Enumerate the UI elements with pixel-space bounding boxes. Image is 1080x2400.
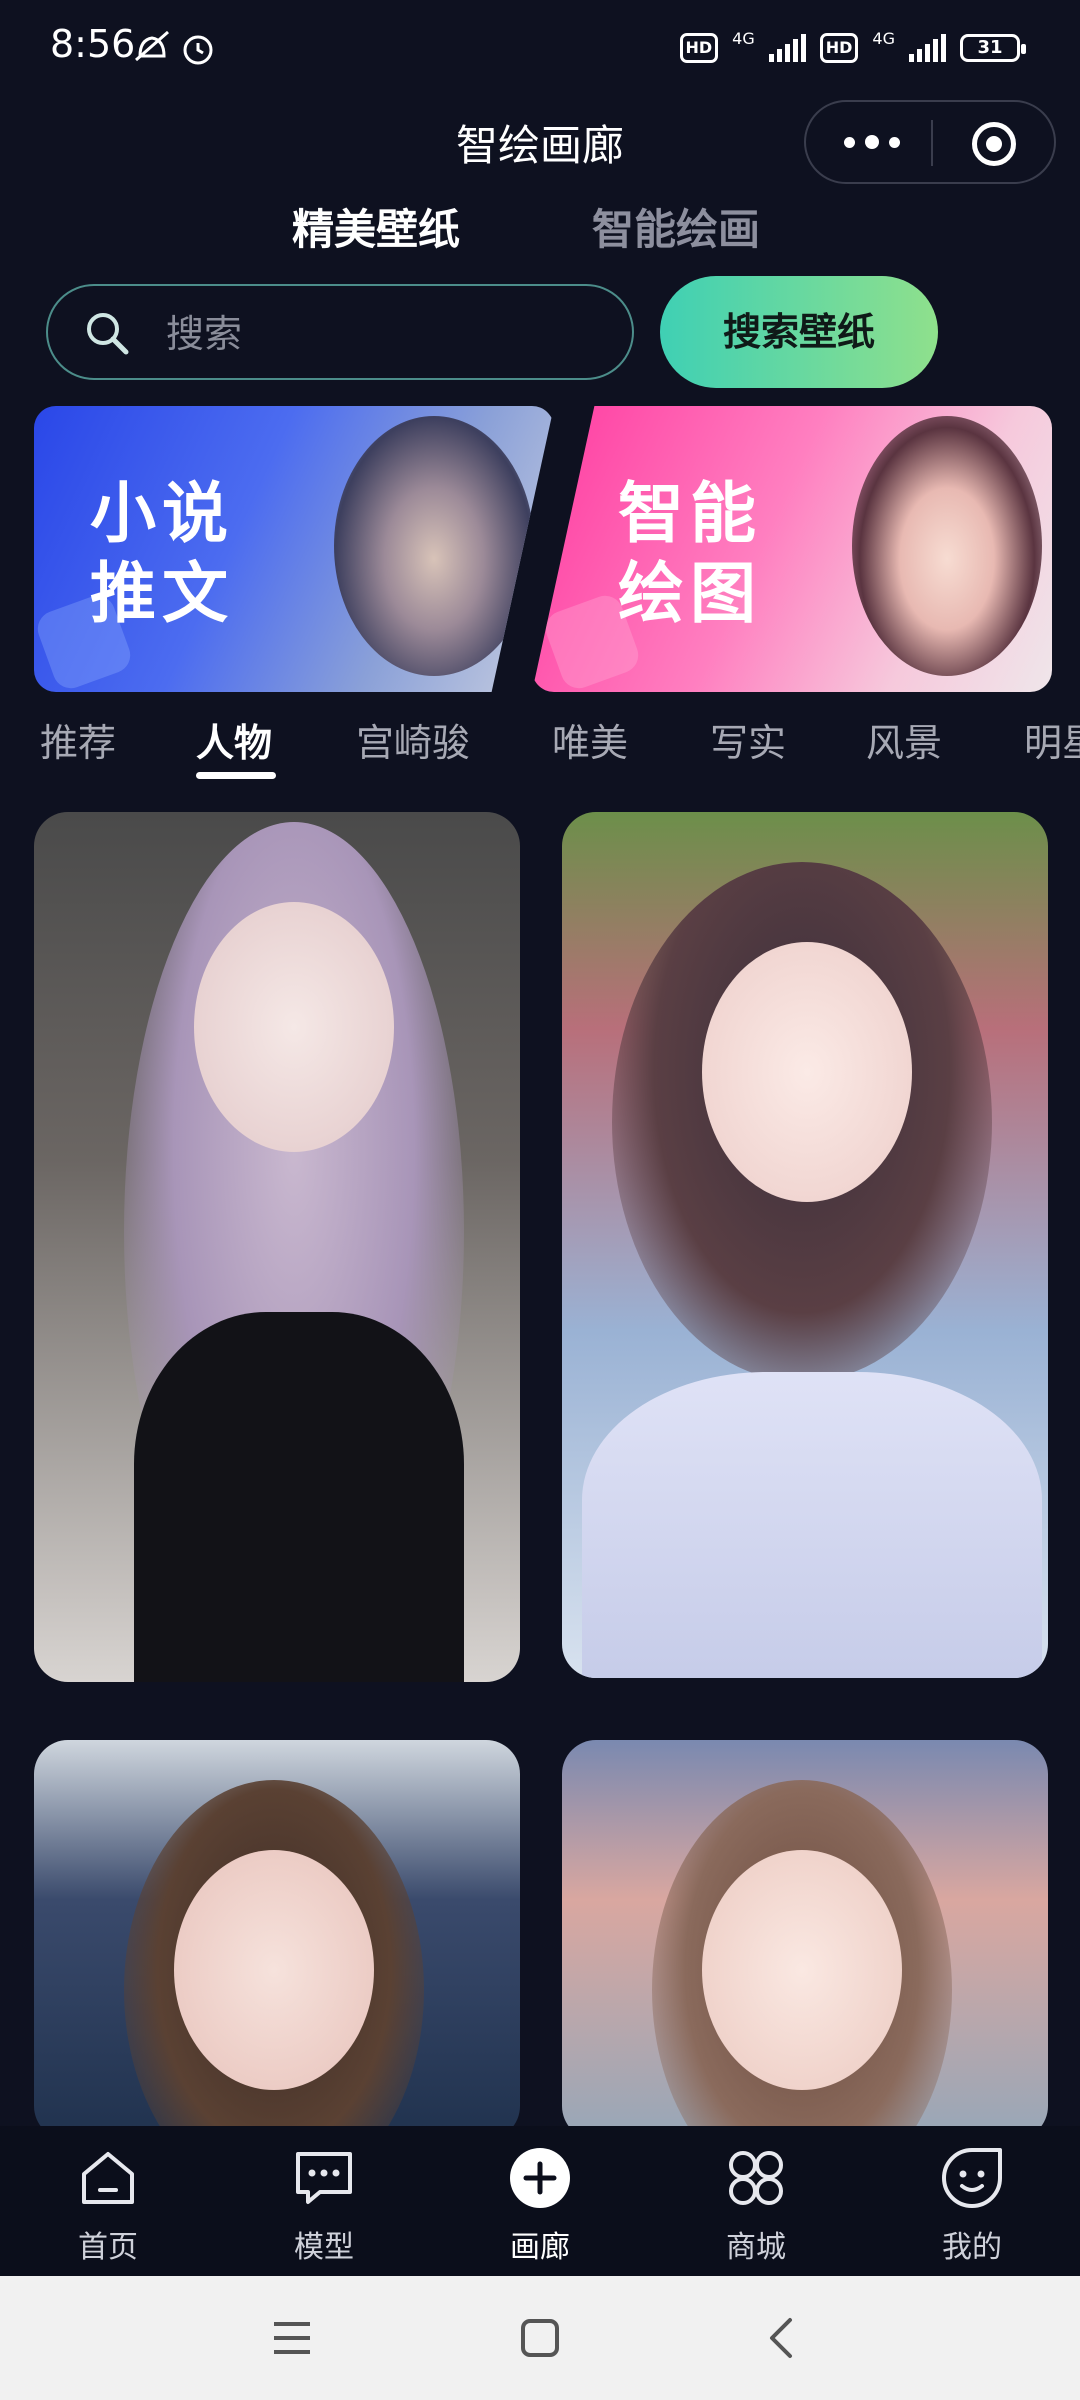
alarm-icon [183, 35, 213, 65]
nav-label: 模型 [294, 2230, 354, 2265]
category-recommend[interactable]: 推荐 [40, 712, 116, 767]
home-square-icon[interactable] [518, 2316, 562, 2360]
top-tabs: 精美壁纸 智能绘画 [0, 196, 1080, 266]
nav-home[interactable]: 首页 [38, 2146, 178, 2266]
banner-line: 绘图 [618, 555, 762, 632]
banner-portrait [852, 416, 1042, 676]
category-people[interactable]: 人物 [196, 712, 272, 767]
plus-circle-icon [510, 2148, 570, 2208]
battery-level: 31 [977, 37, 1003, 58]
ai-drawing-banner[interactable]: 智能 绘图 [532, 406, 1052, 692]
portrait-face [702, 942, 912, 1202]
banner-line: 智能 [618, 475, 762, 552]
wallpaper-card[interactable] [562, 812, 1048, 1678]
menu-icon[interactable] [270, 2316, 314, 2360]
nav-label: 商城 [726, 2230, 786, 2265]
banner-line: 推文 [90, 555, 234, 632]
tab-wallpapers[interactable]: 精美壁纸 [292, 196, 460, 257]
smile-icon [942, 2148, 1002, 2208]
status-bar: 8:56 HD 4G HD 4G 31 [0, 0, 1080, 96]
nav-store[interactable]: 商城 [686, 2146, 826, 2266]
tab-ai-painting[interactable]: 智能绘画 [592, 196, 760, 257]
portrait-face [174, 1850, 374, 2090]
category-tabs: 推荐 人物 宫崎骏 唯美 写实 风景 明星 [0, 712, 1080, 792]
mini-program-capsule [804, 100, 1056, 184]
portrait-dress [582, 1372, 1042, 1678]
back-icon[interactable] [760, 2316, 804, 2360]
portrait-face [194, 902, 394, 1152]
wallpaper-card[interactable] [562, 1740, 1048, 2140]
signal-icon [909, 34, 946, 62]
grid-icon [729, 2151, 783, 2205]
category-miyazaki[interactable]: 宫崎骏 [356, 712, 470, 767]
category-scenery[interactable]: 风景 [866, 712, 942, 767]
search-wallpaper-button[interactable]: 搜索壁纸 [660, 276, 938, 388]
hd-badge: HD [819, 33, 859, 63]
status-time: 8:56 [50, 22, 136, 66]
bell-off-icon [135, 30, 169, 62]
search-icon [87, 313, 129, 355]
search-input[interactable] [164, 306, 608, 362]
banner-text: 智能 绘图 [618, 474, 762, 634]
nav-label: 画廊 [510, 2230, 570, 2265]
battery-icon: 31 [960, 34, 1026, 62]
bottom-nav: 首页 模型 画廊 商城 我的 [0, 2126, 1080, 2276]
capsule-divider [931, 120, 933, 166]
nav-label: 我的 [942, 2230, 1002, 2265]
search-box[interactable] [46, 284, 634, 380]
portrait-face [702, 1850, 902, 2090]
nav-models[interactable]: 模型 [254, 2146, 394, 2266]
nav-label: 首页 [78, 2230, 138, 2265]
banner-text: 小说 推文 [90, 474, 234, 634]
status-right: HD 4G HD 4G 31 [679, 28, 1026, 68]
banner-portrait [334, 416, 534, 676]
active-category-indicator [196, 772, 276, 779]
signal-icon [768, 34, 806, 62]
chat-icon [296, 2152, 352, 2204]
mute-and-alarm-icons [135, 30, 213, 65]
banner-line: 小说 [90, 475, 234, 552]
network-label: 4G [732, 28, 755, 48]
more-icon[interactable] [844, 124, 900, 160]
network-label: 4G [872, 28, 895, 48]
wallpaper-card[interactable] [34, 1740, 520, 2140]
nav-gallery[interactable]: 画廊 [470, 2146, 610, 2266]
close-target-icon[interactable] [972, 122, 1016, 166]
wallpaper-card[interactable] [34, 812, 520, 1682]
category-celebrity[interactable]: 明星 [1024, 712, 1080, 767]
novel-banner[interactable]: 小说 推文 [34, 406, 554, 692]
home-icon [82, 2152, 134, 2204]
system-nav-bar [0, 2276, 1080, 2400]
nav-mine[interactable]: 我的 [902, 2146, 1042, 2266]
hd-badge: HD [679, 33, 719, 63]
category-realistic[interactable]: 写实 [710, 712, 786, 767]
category-aesthetic[interactable]: 唯美 [552, 712, 628, 767]
portrait-dress [134, 1312, 464, 1682]
